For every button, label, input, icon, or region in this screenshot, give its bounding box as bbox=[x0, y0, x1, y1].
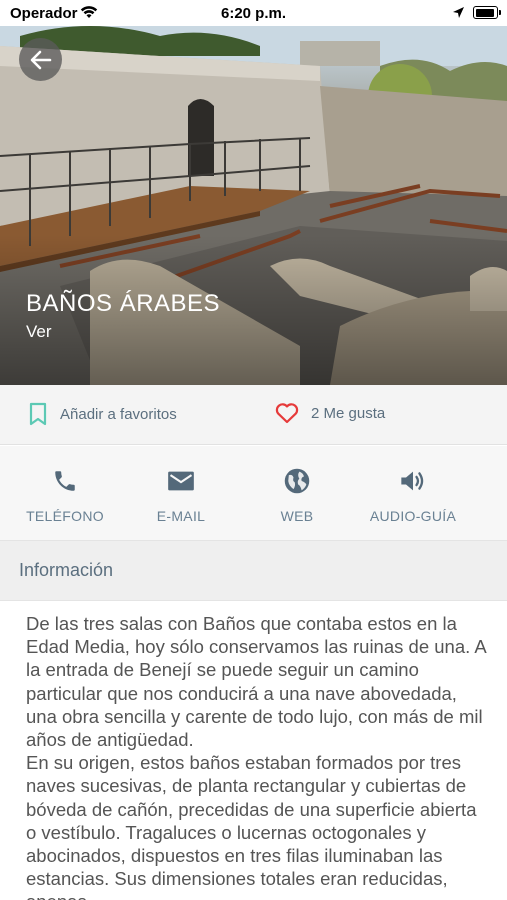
info-header-label: Información bbox=[19, 560, 114, 580]
like-button[interactable]: 2 Me gusta bbox=[275, 402, 385, 424]
phone-label: TELÉFONO bbox=[26, 508, 104, 524]
web-label: WEB bbox=[280, 508, 314, 524]
status-bar: Operador 6:20 p.m. bbox=[0, 0, 507, 26]
audio-guide-action-button[interactable]: AUDIO-GUÍA bbox=[358, 466, 468, 524]
add-to-favorites-button[interactable]: Añadir a favoritos bbox=[28, 402, 177, 426]
phone-action-button[interactable]: TELÉFONO bbox=[10, 466, 120, 524]
add-to-favorites-label: Añadir a favoritos bbox=[60, 405, 177, 423]
location-arrow-icon bbox=[453, 7, 464, 18]
back-button[interactable] bbox=[19, 38, 62, 81]
contact-actions: TELÉFONO E-MAIL WEB AUDIO-GUÍA bbox=[0, 446, 507, 540]
place-title: BAÑOS ÁRABES bbox=[26, 290, 221, 317]
clock-label: 6:20 p.m. bbox=[220, 5, 287, 22]
battery-icon bbox=[473, 6, 501, 19]
globe-icon bbox=[284, 468, 310, 494]
bookmark-outline-icon bbox=[29, 402, 47, 426]
arrow-left-icon bbox=[30, 50, 51, 69]
audio-guide-label: AUDIO-GUÍA bbox=[369, 508, 457, 524]
likes-count-label: 2 Me gusta bbox=[311, 404, 386, 422]
phone-icon bbox=[55, 471, 75, 491]
email-action-button[interactable]: E-MAIL bbox=[126, 466, 236, 524]
heart-outline-icon bbox=[275, 403, 299, 424]
info-description: De las tres salas con Baños que contaba … bbox=[26, 613, 486, 900]
mail-icon bbox=[168, 471, 194, 491]
hero-image: BAÑOS ÁRABES Ver bbox=[0, 26, 507, 385]
info-section-header: Información bbox=[0, 540, 507, 601]
favorites-bar: Añadir a favoritos 2 Me gusta bbox=[0, 385, 507, 445]
web-action-button[interactable]: WEB bbox=[242, 466, 352, 524]
email-label: E-MAIL bbox=[156, 508, 206, 524]
speaker-icon bbox=[401, 471, 424, 491]
place-location: Ver bbox=[26, 322, 52, 341]
